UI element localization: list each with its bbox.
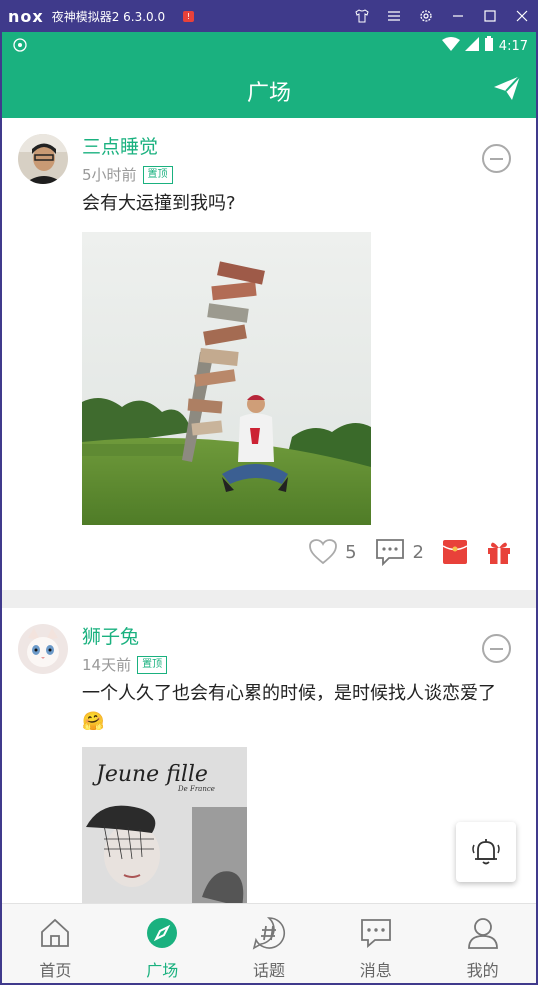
post-meta: 14天前 置顶 [82, 654, 168, 675]
post-image[interactable] [82, 232, 371, 525]
pinned-badge: 置顶 [137, 655, 168, 674]
collapse-icon[interactable] [482, 634, 511, 663]
post-feed[interactable]: 三点睡觉 5小时前 置顶 会有大运撞到我吗? 5 2 狮子兔 14天前 置顶 一… [2, 118, 536, 903]
post-time: 14天前 [82, 656, 132, 674]
nav-messages[interactable]: 消息 [322, 904, 429, 983]
bottom-navigation: 首页 广场 话题 消息 我的 [2, 903, 536, 983]
nav-profile-label: 我的 [466, 961, 499, 980]
alert-badge[interactable]: ! [183, 10, 195, 22]
image-subcaption: De France [177, 785, 215, 793]
nav-square-label: 广场 [146, 961, 179, 980]
post-text-body: 一个人久了也会有心累的时候，是时候找人谈恋爱了 [82, 683, 496, 704]
window-title: 夜神模拟器2 6.3.0.0 [51, 9, 166, 24]
comment-button[interactable]: 2 [375, 538, 424, 566]
hashtag-icon [252, 917, 285, 950]
maximize-icon[interactable] [474, 0, 506, 32]
home-icon [41, 918, 70, 947]
avatar[interactable] [18, 134, 68, 184]
post-text: 会有大运撞到我吗? [82, 193, 236, 214]
minimize-icon[interactable] [442, 0, 474, 32]
settings-gear-icon[interactable] [410, 0, 442, 32]
red-envelope-icon[interactable] [442, 539, 468, 565]
post-image[interactable]: Jeune fille De France [82, 747, 247, 903]
send-post-icon[interactable] [492, 74, 522, 102]
clock-time: 4:17 [498, 38, 528, 54]
bell-icon [472, 839, 500, 865]
notification-bell-button[interactable] [456, 822, 516, 882]
compass-icon [147, 918, 178, 948]
battery-icon [484, 36, 494, 56]
emulator-frame: nox 夜神模拟器2 6.3.0.0 ! 4:17 广场 三点睡觉 5小时前 置… [0, 0, 538, 985]
post-time: 5小时前 [82, 166, 137, 184]
post-meta: 5小时前 置顶 [82, 164, 173, 185]
post-username[interactable]: 三点睡觉 [82, 132, 158, 159]
app-header: 广场 [2, 58, 536, 118]
like-count: 5 [345, 541, 357, 563]
collapse-icon[interactable] [482, 144, 511, 173]
gift-icon[interactable] [486, 539, 512, 565]
close-icon[interactable] [506, 0, 538, 32]
avatar[interactable] [18, 624, 68, 674]
post-text: 一个人久了也会有心累的时候，是时候找人谈恋爱了 🤗 [82, 680, 522, 736]
nav-home[interactable]: 首页 [2, 904, 109, 983]
like-button[interactable]: 5 [309, 539, 357, 565]
user-icon [467, 918, 498, 949]
menu-icon[interactable] [378, 0, 410, 32]
hug-emoji: 🤗 [82, 711, 105, 732]
nav-topics-label: 话题 [252, 961, 285, 980]
post-username[interactable]: 狮子兔 [82, 622, 139, 649]
post-actions: 5 2 [291, 538, 512, 566]
wifi-icon [441, 37, 460, 55]
page-title: 广场 [246, 81, 291, 106]
signal-icon [464, 37, 479, 55]
message-icon [360, 919, 391, 948]
sync-icon [12, 37, 28, 57]
nav-square[interactable]: 广场 [109, 904, 216, 983]
shirt-icon[interactable] [346, 0, 378, 32]
nav-home-label: 首页 [39, 961, 72, 980]
pinned-badge: 置顶 [142, 165, 173, 184]
phone-screen: 4:17 广场 三点睡觉 5小时前 置顶 会有大运撞到我吗? 5 2 狮子兔 1… [2, 32, 536, 983]
nav-profile[interactable]: 我的 [429, 904, 536, 983]
nox-logo: nox [8, 6, 44, 26]
comment-count: 2 [412, 541, 424, 563]
nav-messages-label: 消息 [359, 961, 392, 980]
post-card[interactable]: 三点睡觉 5小时前 置顶 会有大运撞到我吗? 5 2 [2, 118, 536, 590]
image-caption: Jeune fille [92, 762, 208, 787]
nav-topics[interactable]: 话题 [216, 904, 323, 983]
post-divider [2, 590, 536, 608]
emulator-titlebar: nox 夜神模拟器2 6.3.0.0 ! [0, 0, 538, 32]
status-bar: 4:17 [2, 32, 536, 58]
